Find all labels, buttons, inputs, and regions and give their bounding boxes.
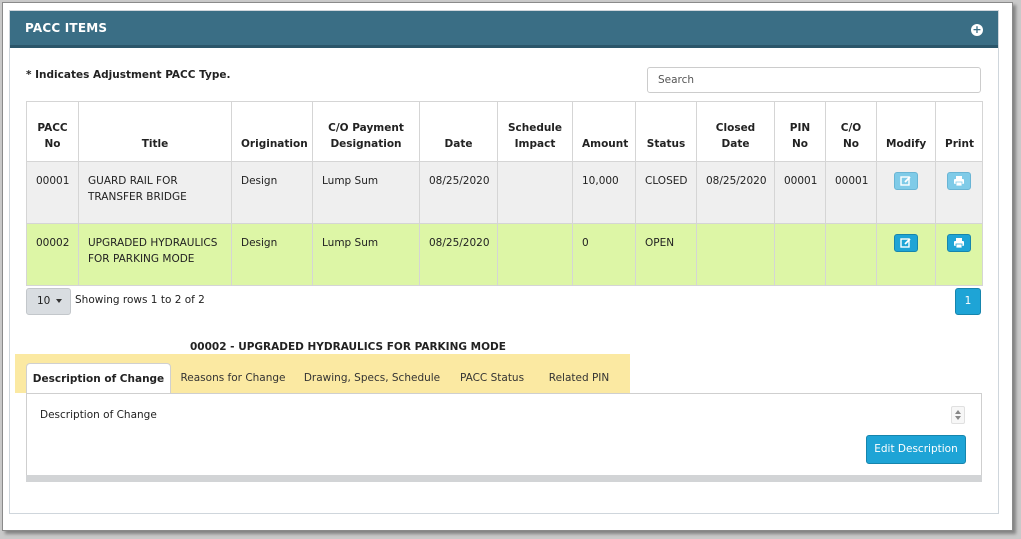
- tab-reasons-for-change[interactable]: Reasons for Change: [173, 363, 293, 393]
- cell-payment-designation: Lump Sum: [312, 161, 420, 224]
- plus-circle-icon[interactable]: +: [971, 24, 983, 36]
- tab-related-pin[interactable]: Related PIN: [537, 363, 621, 393]
- cell-closed-date: 08/25/2020: [696, 161, 775, 224]
- cell-origination: Design: [231, 223, 313, 286]
- chevron-down-icon: [955, 416, 961, 420]
- column-header-amount[interactable]: Amount: [572, 101, 636, 162]
- cell-schedule-impact: [497, 223, 573, 286]
- adjustment-note: * Indicates Adjustment PACC Type.: [26, 69, 231, 81]
- tab-description-of-change[interactable]: Description of Change: [26, 363, 171, 393]
- page-size-value: 10: [37, 295, 51, 307]
- column-header-pin-no[interactable]: PIN No: [774, 101, 826, 162]
- panel-header: PACC ITEMS +: [10, 11, 998, 48]
- cell-status: OPEN: [635, 223, 697, 286]
- cell-co-no: 00001: [825, 161, 877, 224]
- pacc-items-panel: PACC ITEMS + * Indicates Adjustment PACC…: [9, 10, 999, 514]
- caret-down-icon: [56, 299, 62, 303]
- column-header-date[interactable]: Date: [419, 101, 498, 162]
- cell-origination: Design: [231, 161, 313, 224]
- cell-amount: 10,000: [572, 161, 636, 224]
- page-size-dropdown[interactable]: 10: [26, 288, 71, 315]
- edit-description-button[interactable]: Edit Description: [866, 435, 966, 464]
- cell-modify: [876, 161, 936, 224]
- cell-schedule-impact: [497, 161, 573, 224]
- column-header-schedule-impact[interactable]: Schedule Impact: [497, 101, 573, 162]
- column-header-status[interactable]: Status: [635, 101, 697, 162]
- cell-pin-no: 00001: [774, 161, 826, 224]
- cell-pacc-no: 00001: [26, 161, 79, 224]
- detail-title: 00002 - UPGRADED HYDRAULICS FOR PARKING …: [190, 341, 506, 353]
- cell-co-no: [825, 223, 877, 286]
- edit-icon[interactable]: [894, 234, 918, 252]
- tab-drawing-specs-schedule[interactable]: Drawing, Specs, Schedule: [299, 363, 445, 393]
- tab-content-panel: Description of Change Edit Description: [26, 393, 982, 482]
- table-row[interactable]: 00002 UPGRADED HYDRAULICS FOR PARKING MOD…: [26, 223, 983, 286]
- resize-spinner[interactable]: [951, 406, 965, 424]
- pacc-table: PACC No Title Origination C/O Payment Desi…: [26, 101, 983, 286]
- cell-date: 08/25/2020: [419, 161, 498, 224]
- app-window: PACC ITEMS + * Indicates Adjustment PACC…: [2, 2, 1013, 531]
- column-header-co-no[interactable]: C/O No: [825, 101, 877, 162]
- cell-pacc-no: 00002: [26, 223, 79, 286]
- cell-closed-date: [696, 223, 775, 286]
- table-row[interactable]: 00001 GUARD RAIL FOR TRANSFER BRIDGE Desi…: [26, 161, 983, 224]
- description-label: Description of Change: [40, 409, 157, 421]
- panel-title: PACC ITEMS: [25, 21, 108, 35]
- tab-pacc-status[interactable]: PACC Status: [450, 363, 534, 393]
- cell-modify: [876, 223, 936, 286]
- search-input[interactable]: [647, 67, 981, 93]
- cell-title: GUARD RAIL FOR TRANSFER BRIDGE: [78, 161, 232, 224]
- table-header-row: PACC No Title Origination C/O Payment Desi…: [26, 101, 983, 162]
- cell-payment-designation: Lump Sum: [312, 223, 420, 286]
- column-header-modify: Modify: [876, 101, 936, 162]
- column-header-origination[interactable]: Origination: [231, 101, 313, 162]
- printer-icon[interactable]: [947, 234, 971, 252]
- cell-print: [935, 161, 983, 224]
- cell-date: 08/25/2020: [419, 223, 498, 286]
- column-header-title[interactable]: Title: [78, 101, 232, 162]
- column-header-pacc-no[interactable]: PACC No: [26, 101, 79, 162]
- cell-status: CLOSED: [635, 161, 697, 224]
- edit-icon[interactable]: [894, 172, 918, 190]
- page-button-current[interactable]: 1: [955, 288, 981, 315]
- printer-icon[interactable]: [947, 172, 971, 190]
- cell-pin-no: [774, 223, 826, 286]
- column-header-payment-designation[interactable]: C/O Payment Designation: [312, 101, 420, 162]
- cell-title: UPGRADED HYDRAULICS FOR PARKING MODE: [78, 223, 232, 286]
- cell-print: [935, 223, 983, 286]
- pagination-info: Showing rows 1 to 2 of 2: [75, 294, 205, 306]
- column-header-print: Print: [935, 101, 983, 162]
- column-header-closed-date[interactable]: Closed Date: [696, 101, 775, 162]
- tab-content-footer-bar: [26, 475, 982, 482]
- chevron-up-icon: [955, 410, 961, 414]
- cell-amount: 0: [572, 223, 636, 286]
